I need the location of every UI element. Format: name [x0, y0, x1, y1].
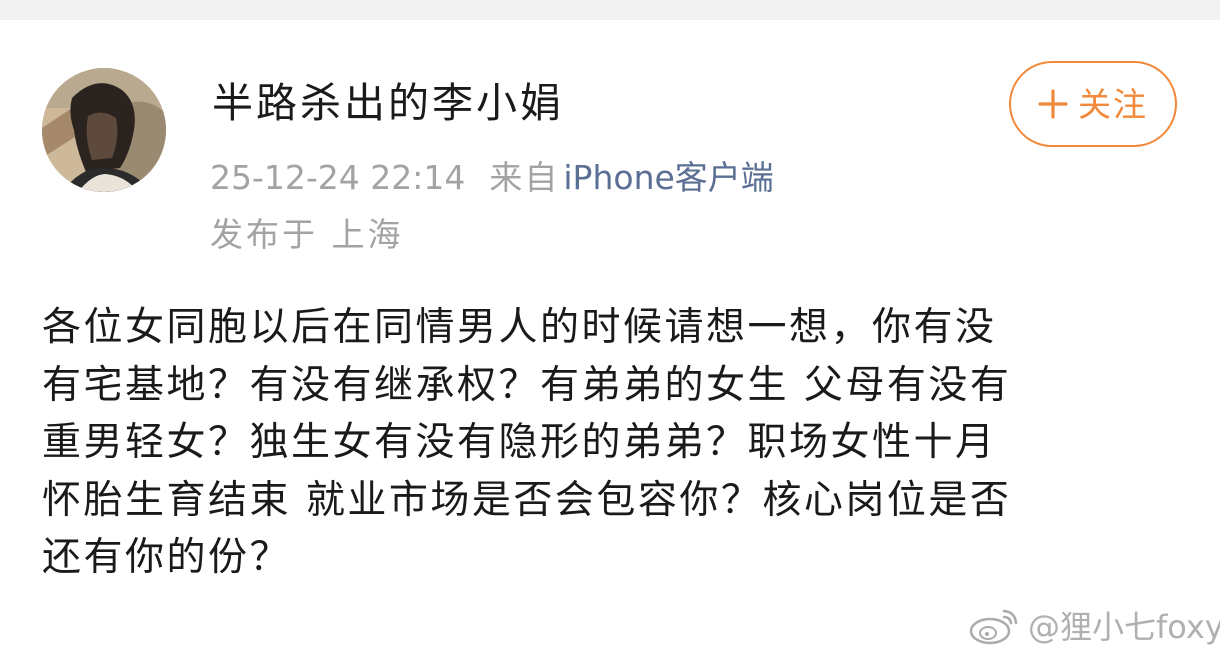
weibo-logo-icon	[969, 609, 1018, 645]
author-name[interactable]: 半路杀出的李小娟	[212, 78, 564, 128]
post-meta: 25-12-24 22:14 来自 iPhone客户端	[210, 157, 774, 199]
watermark: @狸小七foxy	[968, 603, 1220, 647]
follow-label: 关注	[1078, 84, 1148, 124]
plus-icon	[1038, 89, 1068, 119]
post-text: 各位女同胞以后在同情男人的时候请想一想，你有没 有宅基地？有没有继承权？有弟弟的…	[42, 305, 1012, 580]
source-client-link[interactable]: iPhone客户端	[563, 158, 773, 197]
source-prefix: 来自	[489, 158, 560, 197]
avatar-image	[42, 68, 166, 192]
post-timestamp: 25-12-24 22:14	[210, 158, 466, 197]
avatar[interactable]	[42, 68, 166, 192]
follow-button[interactable]: 关注	[1009, 61, 1177, 147]
post-location: 发布于 上海	[210, 215, 404, 254]
top-divider-band	[0, 0, 1220, 20]
watermark-handle: @狸小七foxy	[1028, 608, 1220, 646]
